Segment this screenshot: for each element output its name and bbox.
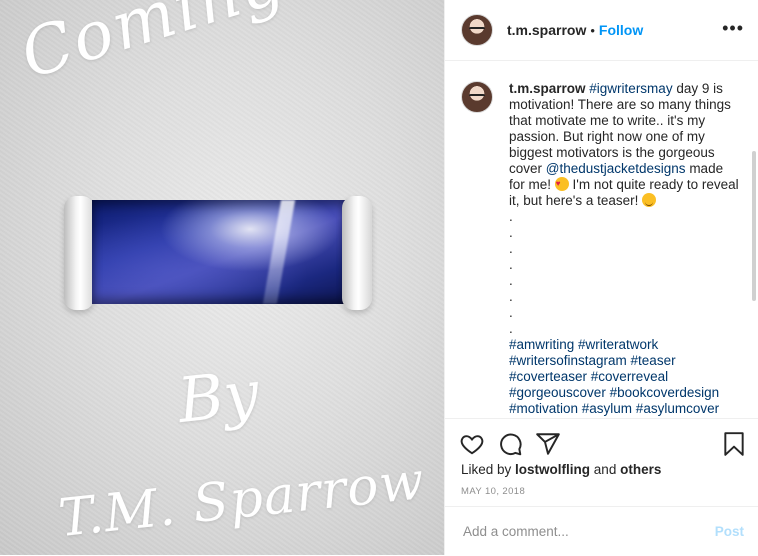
post-date[interactable]: MAY 10, 2018: [461, 486, 525, 497]
caption-dot: .: [509, 209, 513, 224]
wink-emoji-icon: [642, 193, 657, 207]
caption-dot: .: [509, 225, 513, 240]
header-username[interactable]: t.m.sparrow: [507, 22, 586, 38]
hashtag-line[interactable]: #gorgeouscover #bookcoverdesign: [509, 385, 741, 401]
coming-soon-text: Coming Soon: [12, 0, 444, 94]
header-separator: •: [590, 22, 595, 38]
likes-middle: and: [590, 462, 621, 477]
caption-dot: .: [509, 241, 513, 256]
caption-area[interactable]: t.m.sparrow #igwritersmay day 9 is motiv…: [445, 61, 758, 418]
more-options-icon[interactable]: •••: [722, 18, 744, 39]
caption-dot: .: [509, 321, 513, 336]
caption-row: t.m.sparrow #igwritersmay day 9 is motiv…: [461, 81, 741, 417]
comment-input[interactable]: [461, 523, 705, 540]
caption-dot: .: [509, 273, 513, 288]
likes-others-link[interactable]: others: [620, 462, 661, 477]
hashtag-line[interactable]: #writersofinstagram #teaser: [509, 353, 741, 369]
heart-eyes-emoji-icon: [554, 176, 569, 192]
post-side-panel: t.m.sparrow • Follow ••• t.m.sparrow #ig…: [444, 0, 758, 555]
post-header: t.m.sparrow • Follow •••: [445, 0, 758, 61]
light-streak: [262, 200, 296, 304]
torn-reveal-window: [92, 200, 347, 304]
instagram-post-modal: Coming Soon By T.M. Sparrow t.m.sparrow …: [0, 0, 758, 555]
post-image[interactable]: Coming Soon By T.M. Sparrow: [0, 0, 444, 555]
comment-icon[interactable]: [497, 431, 523, 457]
bookmark-icon[interactable]: [721, 431, 747, 457]
liker-username[interactable]: lostwolfling: [515, 462, 590, 477]
caption-username[interactable]: t.m.sparrow: [509, 81, 586, 96]
hashtag-line[interactable]: #coverteaser #coverreveal: [509, 369, 741, 385]
caption-text: t.m.sparrow #igwritersmay day 9 is motiv…: [509, 81, 741, 417]
paper-curl-right: [342, 196, 372, 310]
share-icon[interactable]: [535, 431, 561, 457]
caption-dot: .: [509, 257, 513, 272]
likes-prefix: Liked by: [461, 462, 516, 477]
headline-wrap: Coming Soon: [0, 0, 444, 200]
hashtag-line[interactable]: #motivation #asylum #asylumcover: [509, 401, 741, 417]
follow-button[interactable]: Follow: [599, 22, 643, 38]
heart-icon[interactable]: [459, 431, 485, 457]
caption-dot: .: [509, 305, 513, 320]
likes-summary: Liked by lostwolfling and others: [461, 462, 661, 477]
comment-bar: Post: [445, 506, 758, 556]
hashtag-link[interactable]: #igwritersmay: [589, 81, 672, 96]
hashtag-line[interactable]: #amwriting #writeratwork: [509, 337, 741, 353]
post-comment-button[interactable]: Post: [715, 524, 744, 539]
avatar[interactable]: [461, 14, 493, 46]
caption-avatar[interactable]: [461, 81, 493, 113]
caption-scrollbar[interactable]: [752, 151, 756, 301]
paper-curl-left: [64, 196, 94, 310]
by-text: By: [174, 355, 263, 438]
mention-link[interactable]: @thedustjacketdesigns: [546, 161, 686, 176]
caption-dot: .: [509, 289, 513, 304]
